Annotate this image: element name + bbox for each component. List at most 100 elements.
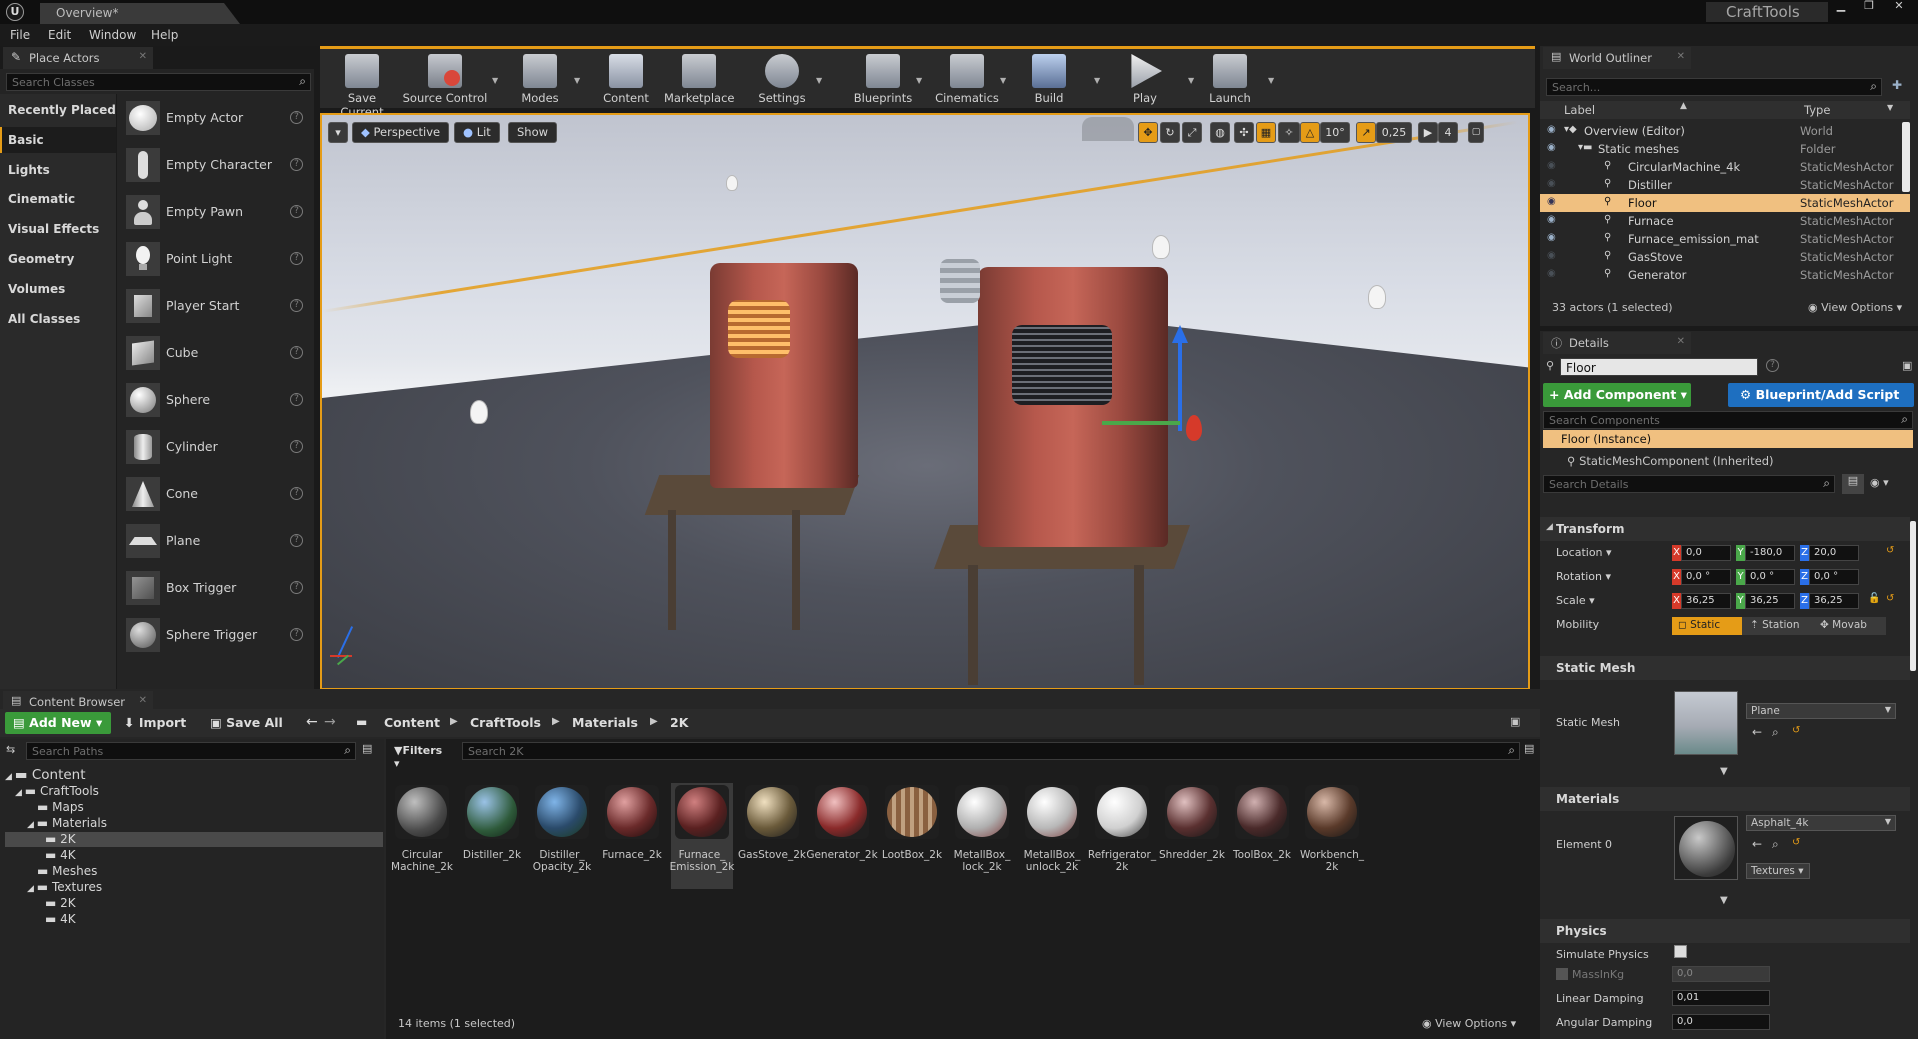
blueprint-add-script-button[interactable]: ⚙ Blueprint/Add Script <box>1728 383 1914 407</box>
asset-distiller-opacity[interactable]: Distiller_ Opacity_2k <box>531 783 593 889</box>
asset-generator[interactable]: Generator_2k <box>806 783 878 889</box>
asset-metallbox-unlock[interactable]: MetallBox_ unlock_2k <box>1021 783 1083 889</box>
menu-edit[interactable]: Edit <box>48 28 71 42</box>
outliner-row[interactable]: ◉ ⚲ Distiller StaticMeshActor <box>1540 176 1910 194</box>
reset-material-icon[interactable]: ↺ <box>1792 837 1800 848</box>
lock-icon[interactable]: ▣ <box>1510 715 1520 728</box>
point-light-icon[interactable] <box>1368 285 1386 309</box>
scale-mode-icon[interactable]: ⤢ <box>1182 122 1202 143</box>
outliner-row-selected[interactable]: ◉ ⚲ Floor StaticMeshActor <box>1540 194 1910 212</box>
category-lights[interactable]: Lights <box>0 157 116 183</box>
help-icon[interactable]: ? <box>290 111 303 124</box>
component-row[interactable]: ⚲ StaticMeshComponent (Inherited) <box>1543 452 1913 470</box>
point-light-icon[interactable] <box>470 400 488 424</box>
help-icon[interactable]: ? <box>290 487 303 500</box>
material-dropdown[interactable]: Asphalt_4k ▼ <box>1746 815 1896 831</box>
outliner-scrollbar[interactable] <box>1902 122 1910 192</box>
help-icon[interactable]: ? <box>290 440 303 453</box>
collapse-icon[interactable]: ◢ <box>1546 522 1553 532</box>
tree-folder-4k[interactable]: ▬ 4K <box>45 848 76 863</box>
asset-circular-machine[interactable]: Circular Machine_2k <box>391 783 453 889</box>
outliner-row[interactable]: ◉ ⚲ CircularMachine_4k StaticMeshActor <box>1540 158 1910 176</box>
maximize-button[interactable]: ❐ <box>1856 0 1882 14</box>
blueprints-dropdown-icon[interactable]: ▼ <box>916 76 922 85</box>
cinematics-dropdown-icon[interactable]: ▼ <box>1000 76 1006 85</box>
forward-arrow-icon[interactable]: → <box>324 714 336 730</box>
surface-snap-icon[interactable]: ✣ <box>1234 122 1254 143</box>
gizmo-y-axis[interactable] <box>1102 421 1180 425</box>
asset-gasstove[interactable]: GasStove_2k <box>738 783 806 889</box>
visibility-eye-icon[interactable]: ◉ <box>1547 142 1556 153</box>
tree-folder-meshes[interactable]: ▬ Meshes <box>37 864 97 879</box>
actor-item-empty-character[interactable]: Empty Character ? <box>117 141 314 188</box>
viewport-options-dropdown[interactable]: ▾ <box>328 122 348 143</box>
location-x-field[interactable]: 0,0 <box>1681 545 1731 561</box>
lit-button[interactable]: ● Lit <box>454 122 500 143</box>
launch-dropdown-icon[interactable]: ▼ <box>1268 76 1274 85</box>
source-control-dropdown-icon[interactable]: ▼ <box>492 76 498 85</box>
view-options-button[interactable]: ◉ View Options ▾ <box>1808 301 1902 314</box>
outliner-row[interactable]: ◉ ⚲ Furnace_emission_mat StaticMeshActor <box>1540 230 1910 248</box>
asset-toolbox[interactable]: ToolBox_2k <box>1231 783 1293 889</box>
actor-item-empty-pawn[interactable]: Empty Pawn ? <box>117 188 314 235</box>
asset-view-options-icon[interactable]: ▤ <box>1524 742 1534 755</box>
breadcrumb-content[interactable]: Content <box>384 715 440 730</box>
column-options-icon[interactable]: ▼ <box>1887 103 1893 112</box>
gizmo-z-axis[interactable] <box>1178 335 1182 431</box>
static-mesh-thumbnail[interactable] <box>1674 691 1738 755</box>
browse-icon[interactable]: ⌕ <box>1772 837 1779 852</box>
save-current-button[interactable]: Save Current <box>328 49 396 119</box>
scale-snap-icon[interactable]: ↗ <box>1356 122 1376 143</box>
close-window-button[interactable]: ✕ <box>1886 0 1912 14</box>
details-scrollbar[interactable] <box>1910 521 1916 671</box>
category-recently-placed[interactable]: Recently Placed <box>0 97 116 123</box>
materials-section[interactable]: Materials <box>1540 787 1910 811</box>
minimize-button[interactable]: ▁ <box>1828 0 1854 14</box>
grid-snap-icon[interactable]: ▦ <box>1256 122 1276 143</box>
lock-icon[interactable]: ▣ <box>1902 359 1912 372</box>
modes-dropdown-icon[interactable]: ▼ <box>574 76 580 85</box>
play-dropdown-icon[interactable]: ▼ <box>1188 76 1194 85</box>
tree-folder-content[interactable]: ◢ ▬ Content <box>5 767 86 783</box>
simulate-physics-checkbox[interactable] <box>1674 945 1687 958</box>
reset-scale-icon[interactable]: ↺ <box>1886 593 1894 604</box>
filters-button[interactable]: ▼Filters ▾ <box>390 742 442 770</box>
lock-scale-icon[interactable]: 🔓 <box>1868 593 1880 604</box>
category-basic[interactable]: Basic <box>0 127 116 153</box>
import-button[interactable]: ⬇ Import <box>124 715 186 730</box>
static-mesh-section[interactable]: Static Mesh <box>1540 656 1910 680</box>
save-all-button[interactable]: ▣ Save All <box>210 715 283 730</box>
search-details-input[interactable]: Search Details ⌕ <box>1543 475 1835 493</box>
actor-item-player-start[interactable]: Player Start ? <box>117 282 314 329</box>
rotation-z-field[interactable]: 0,0 ° <box>1809 569 1859 585</box>
launch-button[interactable]: Launch <box>1200 49 1260 111</box>
outliner-row[interactable]: ◉ ⚲ Furnace StaticMeshActor <box>1540 212 1910 230</box>
expand-arrow-icon[interactable]: ▼ <box>1720 895 1728 906</box>
col-type[interactable]: Type <box>1804 103 1830 117</box>
material-thumbnail[interactable] <box>1674 816 1738 880</box>
visibility-eye-icon[interactable]: ◉ <box>1547 196 1556 207</box>
help-icon[interactable]: ? <box>290 628 303 641</box>
actor-item-sphere-trigger[interactable]: Sphere Trigger ? <box>117 611 314 658</box>
sources-toggle-icon[interactable]: ⇆ <box>6 743 15 756</box>
asset-refrigerator[interactable]: Refrigerator_ 2k <box>1088 783 1156 889</box>
reset-location-icon[interactable]: ↺ <box>1886 545 1894 556</box>
asset-furnace-emission-selected[interactable]: Furnace_ Emission_2k <box>670 783 734 889</box>
point-light-icon[interactable] <box>1152 235 1170 259</box>
help-icon[interactable]: ? <box>290 581 303 594</box>
use-selected-arrow-icon[interactable]: ← <box>1752 837 1762 851</box>
category-cinematic[interactable]: Cinematic <box>0 186 116 212</box>
asset-distiller[interactable]: Distiller_2k <box>461 783 523 889</box>
level-viewport[interactable]: ▾ ◆ Perspective ● Lit Show ✥ ↻ ⤢ ◍ ✣ ▦ ✧… <box>320 113 1530 690</box>
outliner-row[interactable]: ◉ ▾◆ Overview (Editor) World <box>1540 122 1910 140</box>
show-button[interactable]: Show <box>508 122 558 143</box>
help-icon[interactable]: ? <box>290 346 303 359</box>
tree-folder-2k-selected[interactable]: ▬ 2K <box>5 832 383 847</box>
mobility-static-button[interactable]: ◻ Static <box>1672 617 1742 635</box>
details-tab[interactable]: ⓘ Details ✕ <box>1543 332 1691 354</box>
actor-item-cube[interactable]: Cube ? <box>117 329 314 376</box>
close-tab-icon[interactable]: ✕ <box>1677 51 1685 62</box>
asset-lootbox[interactable]: LootBox_2k <box>881 783 943 889</box>
visibility-eye-icon[interactable]: ◉ <box>1547 250 1556 261</box>
category-geometry[interactable]: Geometry <box>0 246 116 272</box>
